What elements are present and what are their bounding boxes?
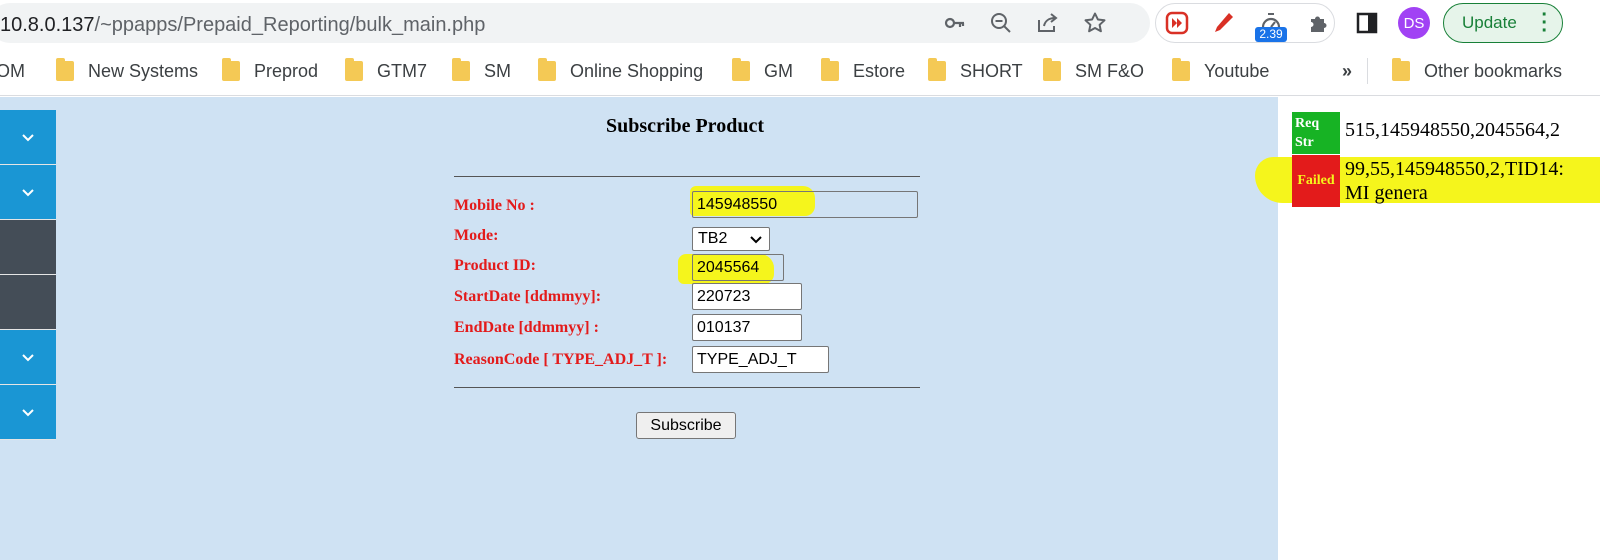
bookmarks-overflow-button[interactable]: »	[1342, 58, 1352, 84]
bookmark-new-systems[interactable]: New Systems	[56, 58, 198, 84]
req-str-value: 515,145948550,2045564,2	[1345, 119, 1560, 141]
pen-extension-icon[interactable]	[1208, 8, 1238, 38]
bookmark-label: GM	[764, 60, 793, 81]
chevron-down-icon	[22, 189, 34, 197]
folder-icon	[928, 58, 946, 81]
folder-icon	[56, 58, 74, 81]
profile-avatar[interactable]: DS	[1398, 7, 1430, 39]
end-date-input[interactable]: 010137	[692, 314, 802, 341]
folder-icon	[345, 58, 363, 81]
mobile-label: Mobile No :	[454, 197, 535, 214]
url-path: /~ppapps/Prepaid_Reporting/bulk_main.php	[94, 14, 486, 36]
key-icon[interactable]	[940, 8, 970, 38]
bookmark-label: Youtube	[1204, 60, 1270, 81]
chevron-down-icon	[750, 236, 762, 244]
folder-icon	[222, 58, 240, 81]
folder-icon	[732, 58, 750, 81]
bookmark-estore[interactable]: Estore	[821, 58, 905, 84]
bookmark-sm-fo[interactable]: SM F&O	[1043, 58, 1144, 84]
url-host: 10.8.0.137	[0, 14, 95, 36]
bookmark-label: GTM7	[377, 60, 428, 81]
req-str-badge: Req Str	[1292, 112, 1340, 154]
sidebar	[0, 110, 56, 440]
page-content: Subscribe Product Mobile No : 145948550 …	[0, 97, 1600, 560]
media-extension-icon[interactable]	[1162, 8, 1192, 38]
mode-select[interactable]: TB2	[692, 227, 770, 251]
bookmarks-separator	[1367, 58, 1368, 84]
start-date-label: StartDate [ddmmyy]:	[454, 288, 602, 305]
top-divider	[454, 176, 920, 177]
bookmark-youtube[interactable]: Youtube	[1172, 58, 1269, 84]
zoom-out-icon[interactable]	[986, 8, 1016, 38]
bookmark-label: SM F&O	[1075, 60, 1145, 81]
bookmark-label: Online Shopping	[570, 60, 704, 81]
update-button[interactable]: Update · · ·	[1443, 3, 1563, 43]
folder-icon	[1392, 58, 1410, 81]
bookmark-other[interactable]: Other bookmarks	[1392, 58, 1562, 84]
extension-badge: 2.39	[1255, 27, 1287, 42]
sidebar-item-4[interactable]	[0, 275, 56, 330]
end-date-label: EndDate [ddmmyy] :	[454, 319, 599, 336]
product-label: Product ID:	[454, 257, 536, 274]
subscribe-button[interactable]: Subscribe	[636, 412, 736, 439]
bookmark-gtm7[interactable]: GTM7	[345, 58, 427, 84]
bookmark-label: SHORT	[960, 60, 1023, 81]
url-text[interactable]: 10.8.0.137/~ppapps/Prepaid_Reporting/bul…	[0, 14, 485, 37]
bottom-divider	[454, 387, 920, 388]
folder-icon	[1172, 58, 1190, 81]
bookmark-preprod[interactable]: Preprod	[222, 58, 318, 84]
bookmark-label: New Systems	[88, 60, 199, 81]
share-icon[interactable]	[1033, 8, 1063, 38]
puzzle-extensions-icon[interactable]	[1304, 8, 1334, 38]
folder-icon	[538, 58, 556, 81]
bookmark-online-shopping[interactable]: Online Shopping	[538, 58, 703, 84]
sidebar-item-6[interactable]	[0, 385, 56, 440]
folder-icon	[821, 58, 839, 81]
bookmark-label: Preprod	[254, 60, 319, 81]
product-input[interactable]: 2045564	[692, 254, 784, 281]
failed-badge: Failed	[1292, 155, 1340, 207]
sidebar-item-5[interactable]	[0, 330, 56, 385]
bookmark-sm[interactable]: SM	[452, 58, 511, 84]
update-label: Update	[1462, 13, 1517, 32]
bookmark-label: OM	[0, 60, 25, 81]
address-bar[interactable]: 10.8.0.137/~ppapps/Prepaid_Reporting/bul…	[0, 3, 1150, 43]
folder-icon	[452, 58, 470, 81]
bookmark-short[interactable]: SHORT	[928, 58, 1023, 84]
menu-dots-icon[interactable]: · · ·	[1541, 5, 1548, 41]
bookmark-gm[interactable]: GM	[732, 58, 793, 84]
chevron-down-icon	[22, 409, 34, 417]
mode-label: Mode:	[454, 227, 499, 244]
sidebar-item-2[interactable]	[0, 165, 56, 220]
browser-toolbar: 10.8.0.137/~ppapps/Prepaid_Reporting/bul…	[0, 0, 1600, 46]
form-title: Subscribe Product	[606, 115, 764, 137]
chevron-down-icon	[22, 354, 34, 362]
side-panel-icon[interactable]	[1352, 8, 1382, 38]
mode-value: TB2	[698, 230, 728, 247]
failed-message-line: MI genera	[1345, 182, 1428, 204]
bookmark-label: SM	[484, 60, 511, 81]
main-panel: Subscribe Product Mobile No : 145948550 …	[0, 97, 1278, 560]
star-icon[interactable]	[1080, 8, 1110, 38]
bookmark-label: Other bookmarks	[1424, 60, 1563, 81]
reason-code-input[interactable]: TYPE_ADJ_T	[692, 346, 829, 373]
start-date-input[interactable]: 220723	[692, 283, 802, 310]
reason-code-label: ReasonCode [ TYPE_ADJ_T ]:	[454, 351, 668, 368]
failed-message-line: 99,55,145948550,2,TID14:	[1345, 158, 1564, 180]
bookmark-om[interactable]: OM	[0, 58, 25, 84]
sidebar-item-3[interactable]	[0, 220, 56, 275]
failed-message: 99,55,145948550,2,TID14: MI genera	[1345, 157, 1600, 205]
bookmarks-bar: OM New Systems Preprod GTM7 SM Online Sh…	[0, 46, 1600, 96]
mobile-input[interactable]: 145948550	[692, 191, 918, 218]
bookmark-label: Estore	[853, 60, 906, 81]
folder-icon	[1043, 58, 1061, 81]
